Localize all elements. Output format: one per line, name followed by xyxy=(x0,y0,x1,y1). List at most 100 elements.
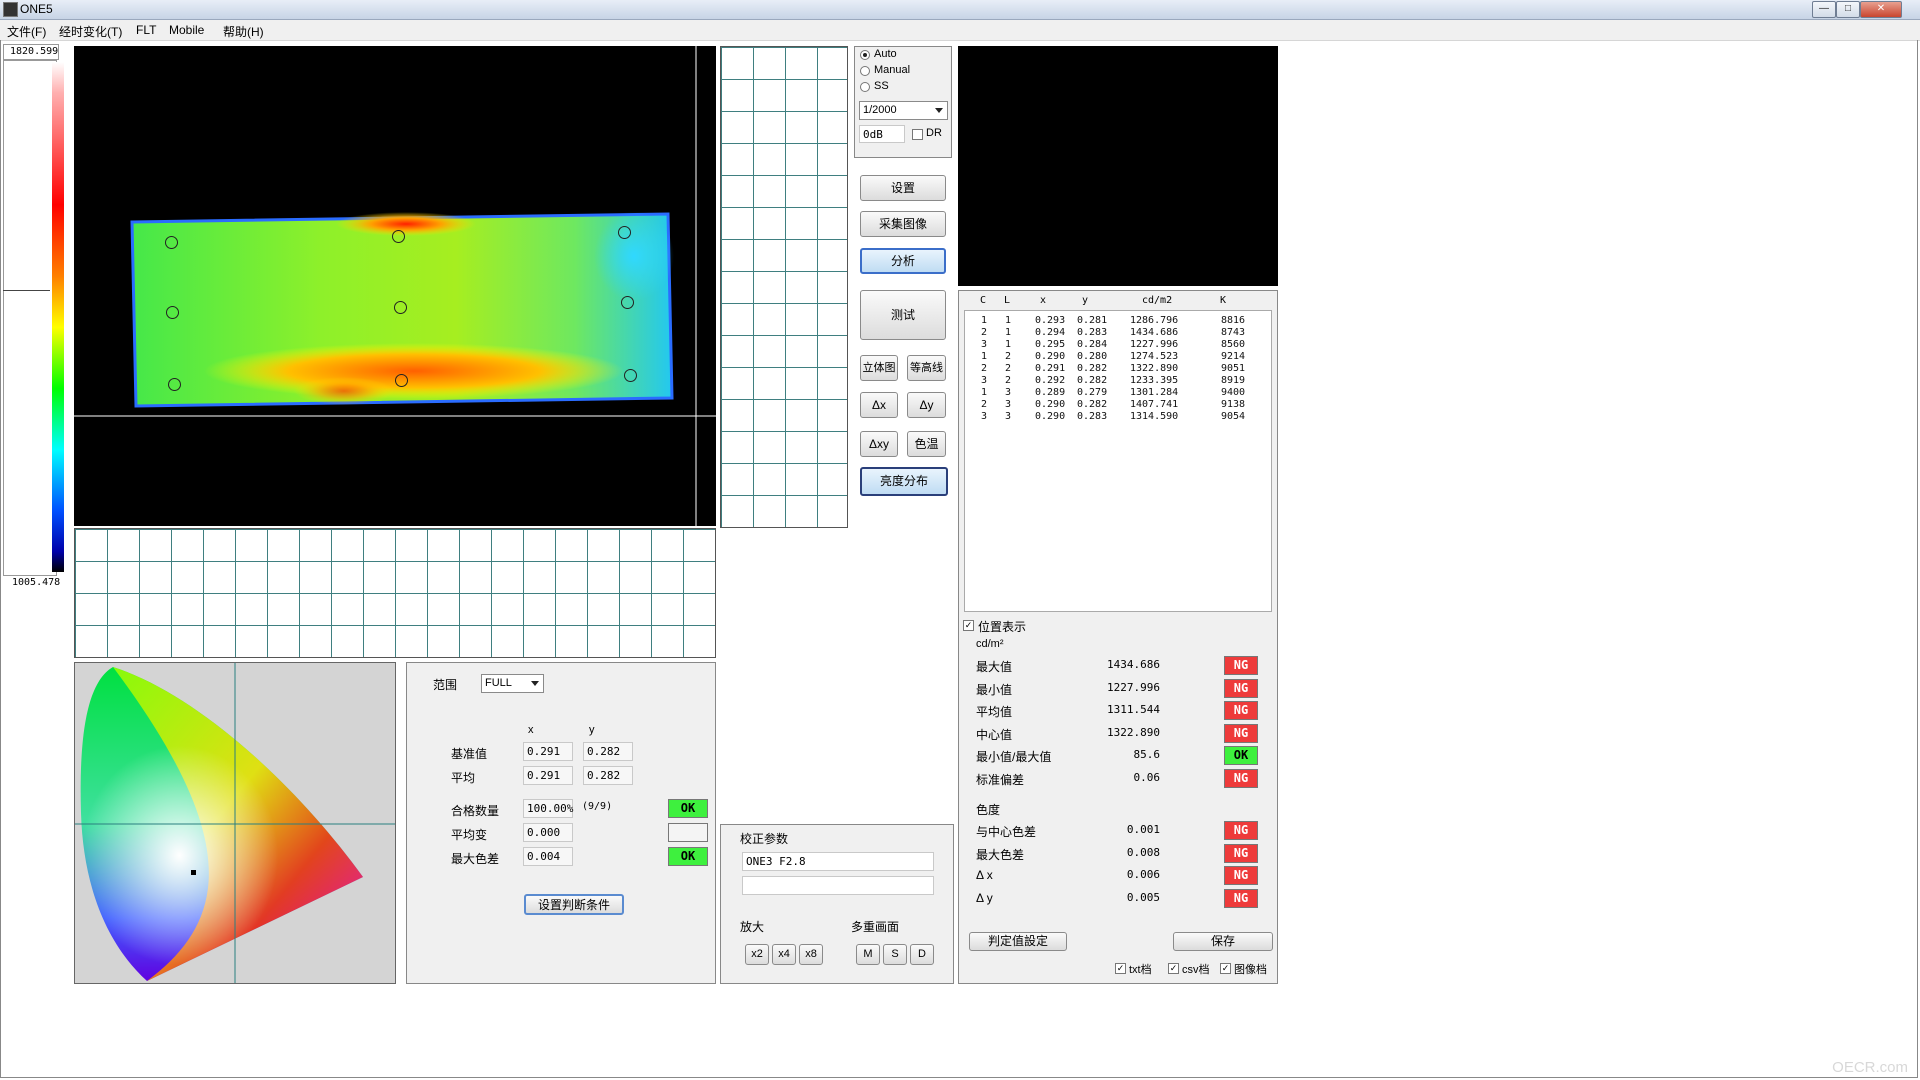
table-row[interactable]: 2 1 0.294 0.283 1434.686 8743 xyxy=(965,327,1265,339)
table-cell: 3 xyxy=(1005,411,1012,422)
base-x-field[interactable]: 0.291 xyxy=(523,742,573,761)
txt-checkbox[interactable]: ✓ xyxy=(1115,963,1126,974)
multi-d-button[interactable]: D xyxy=(910,944,934,965)
base-y-field[interactable]: 0.282 xyxy=(583,742,633,761)
table-cell: 1233.395 xyxy=(1130,375,1179,386)
contour-button[interactable]: 等高线 xyxy=(907,355,946,381)
manual-radio[interactable] xyxy=(860,66,870,76)
col-y: y xyxy=(1082,295,1089,306)
cie-chromaticity-diagram[interactable] xyxy=(74,662,396,984)
table-cell: 0.284 xyxy=(1077,339,1108,350)
table-cell: 9400 xyxy=(1221,387,1246,398)
table-row[interactable]: 1 2 0.290 0.280 1274.523 9214 xyxy=(965,351,1265,363)
dr-label: DR xyxy=(926,127,942,139)
table-cell: 2 xyxy=(981,363,988,374)
table-cell: 1 xyxy=(1005,327,1012,338)
avg-var-status-badge xyxy=(668,823,708,842)
csv-checkbox[interactable]: ✓ xyxy=(1168,963,1179,974)
chroma-title: 色度 xyxy=(976,803,1001,817)
delta-y-button[interactable]: Δy xyxy=(907,392,946,418)
table-cell: 1274.523 xyxy=(1130,351,1179,362)
table-cell: 1407.741 xyxy=(1130,399,1179,410)
stat-status-badge: NG xyxy=(1224,768,1258,788)
measure-point-1-3[interactable] xyxy=(168,378,181,391)
measure-point-1-1[interactable] xyxy=(165,236,178,249)
delta-x-button[interactable]: Δx xyxy=(860,392,898,418)
close-button[interactable]: ✕ xyxy=(1860,1,1902,18)
zoom-x8-button[interactable]: x8 xyxy=(799,944,823,965)
dr-checkbox[interactable] xyxy=(912,129,923,140)
table-cell: 0.279 xyxy=(1077,387,1108,398)
measure-button[interactable]: 测试 xyxy=(860,290,946,340)
watermark: OECR.com xyxy=(1832,1059,1908,1076)
set-condition-button[interactable]: 设置判断条件 xyxy=(524,894,624,915)
table-row[interactable]: 3 3 0.290 0.283 1314.590 9054 xyxy=(965,411,1265,423)
cie-diagram-svg xyxy=(75,663,395,983)
measure-point-3-1[interactable] xyxy=(618,226,631,239)
ss-radio[interactable] xyxy=(860,82,870,92)
image-checkbox[interactable]: ✓ xyxy=(1220,963,1231,974)
zoom-x2-button[interactable]: x2 xyxy=(745,944,769,965)
color-temp-button[interactable]: 色温 xyxy=(907,431,946,457)
gain-field[interactable]: 0dB xyxy=(859,125,905,143)
colorbar-marker[interactable] xyxy=(3,290,50,291)
col-k: K xyxy=(1220,295,1227,306)
menu-file[interactable]: 文件(F) xyxy=(7,23,46,40)
table-row[interactable]: 3 1 0.295 0.284 1227.996 8560 xyxy=(965,339,1265,351)
table-row[interactable]: 2 2 0.291 0.282 1322.890 9051 xyxy=(965,363,1265,375)
auto-radio[interactable] xyxy=(860,50,870,60)
measure-point-3-2[interactable] xyxy=(621,296,634,309)
show-position-checkbox[interactable]: ✓ xyxy=(963,620,974,631)
multi-s-button[interactable]: S xyxy=(883,944,907,965)
stat-value: 1311.544 xyxy=(1107,703,1160,716)
stat-value: 1227.996 xyxy=(1107,680,1160,694)
delta-xy-button[interactable]: Δxy xyxy=(860,431,898,457)
shutter-select[interactable]: 1/2000 xyxy=(859,101,948,120)
measure-point-2-2[interactable] xyxy=(394,301,407,314)
multi-m-button[interactable]: M xyxy=(856,944,880,965)
maximize-button[interactable]: □ xyxy=(1836,1,1860,18)
minimize-button[interactable]: — xyxy=(1812,1,1836,18)
measure-point-3-3[interactable] xyxy=(624,369,637,382)
table-cell: 2 xyxy=(1005,363,1012,374)
table-cell: 1322.890 xyxy=(1130,363,1179,374)
measure-point-2-3[interactable] xyxy=(395,374,408,387)
table-cell: 0.282 xyxy=(1077,363,1108,374)
zoom-x4-button[interactable]: x4 xyxy=(772,944,796,965)
col-l: L xyxy=(1004,295,1011,306)
menu-bar: 文件(F) 经时变化(T) FLT Mobile 帮助(H) xyxy=(0,20,1920,41)
3d-view-button[interactable]: 立体图 xyxy=(860,355,898,381)
table-cell: 2 xyxy=(1005,375,1012,386)
preview-view[interactable] xyxy=(958,46,1278,286)
range-select[interactable]: FULL xyxy=(481,674,544,693)
menu-help[interactable]: 帮助(H) xyxy=(223,23,264,40)
table-row[interactable]: 2 3 0.290 0.282 1407.741 9138 xyxy=(965,399,1265,411)
calibration-extra-field[interactable] xyxy=(742,876,934,895)
table-cell: 8816 xyxy=(1221,315,1246,326)
measure-point-2-1[interactable] xyxy=(392,230,405,243)
judge-settings-button[interactable]: 判定值設定 xyxy=(969,932,1067,951)
capture-image-button[interactable]: 采集图像 xyxy=(860,211,946,237)
menu-time-change[interactable]: 经时变化(T) xyxy=(59,23,122,40)
luminance-image-view[interactable] xyxy=(74,46,716,526)
table-cell: 1 xyxy=(981,315,988,326)
table-cell: 3 xyxy=(1005,387,1012,398)
table-row[interactable]: 1 1 0.293 0.281 1286.796 8816 xyxy=(965,315,1265,327)
menu-mobile[interactable]: Mobile xyxy=(169,23,204,37)
table-row[interactable]: 3 2 0.292 0.282 1233.395 8919 xyxy=(965,375,1265,387)
pass-count-label: 合格数量 xyxy=(451,804,500,818)
stat-status-badge: NG xyxy=(1224,701,1258,720)
save-button[interactable]: 保存 xyxy=(1173,932,1273,951)
shutter-value: 1/2000 xyxy=(863,104,897,116)
horizontal-profile-grid xyxy=(74,528,716,658)
results-list[interactable]: 1 1 0.293 0.281 1286.796 8816 2 1 0.294 0.283 1434… xyxy=(964,310,1272,612)
luminance-distribution-button[interactable]: 亮度分布 xyxy=(860,467,948,496)
calibration-value-field[interactable]: ONE3 F2.8 xyxy=(742,852,934,871)
menu-flt[interactable]: FLT xyxy=(136,23,156,37)
settings-button[interactable]: 设置 xyxy=(860,175,946,201)
analyze-button[interactable]: 分析 xyxy=(860,248,946,274)
stat-label: Δ x xyxy=(976,868,993,882)
measure-point-1-2[interactable] xyxy=(166,306,179,319)
col-y-header: y xyxy=(589,724,595,736)
table-row[interactable]: 1 3 0.289 0.279 1301.284 9400 xyxy=(965,387,1265,399)
